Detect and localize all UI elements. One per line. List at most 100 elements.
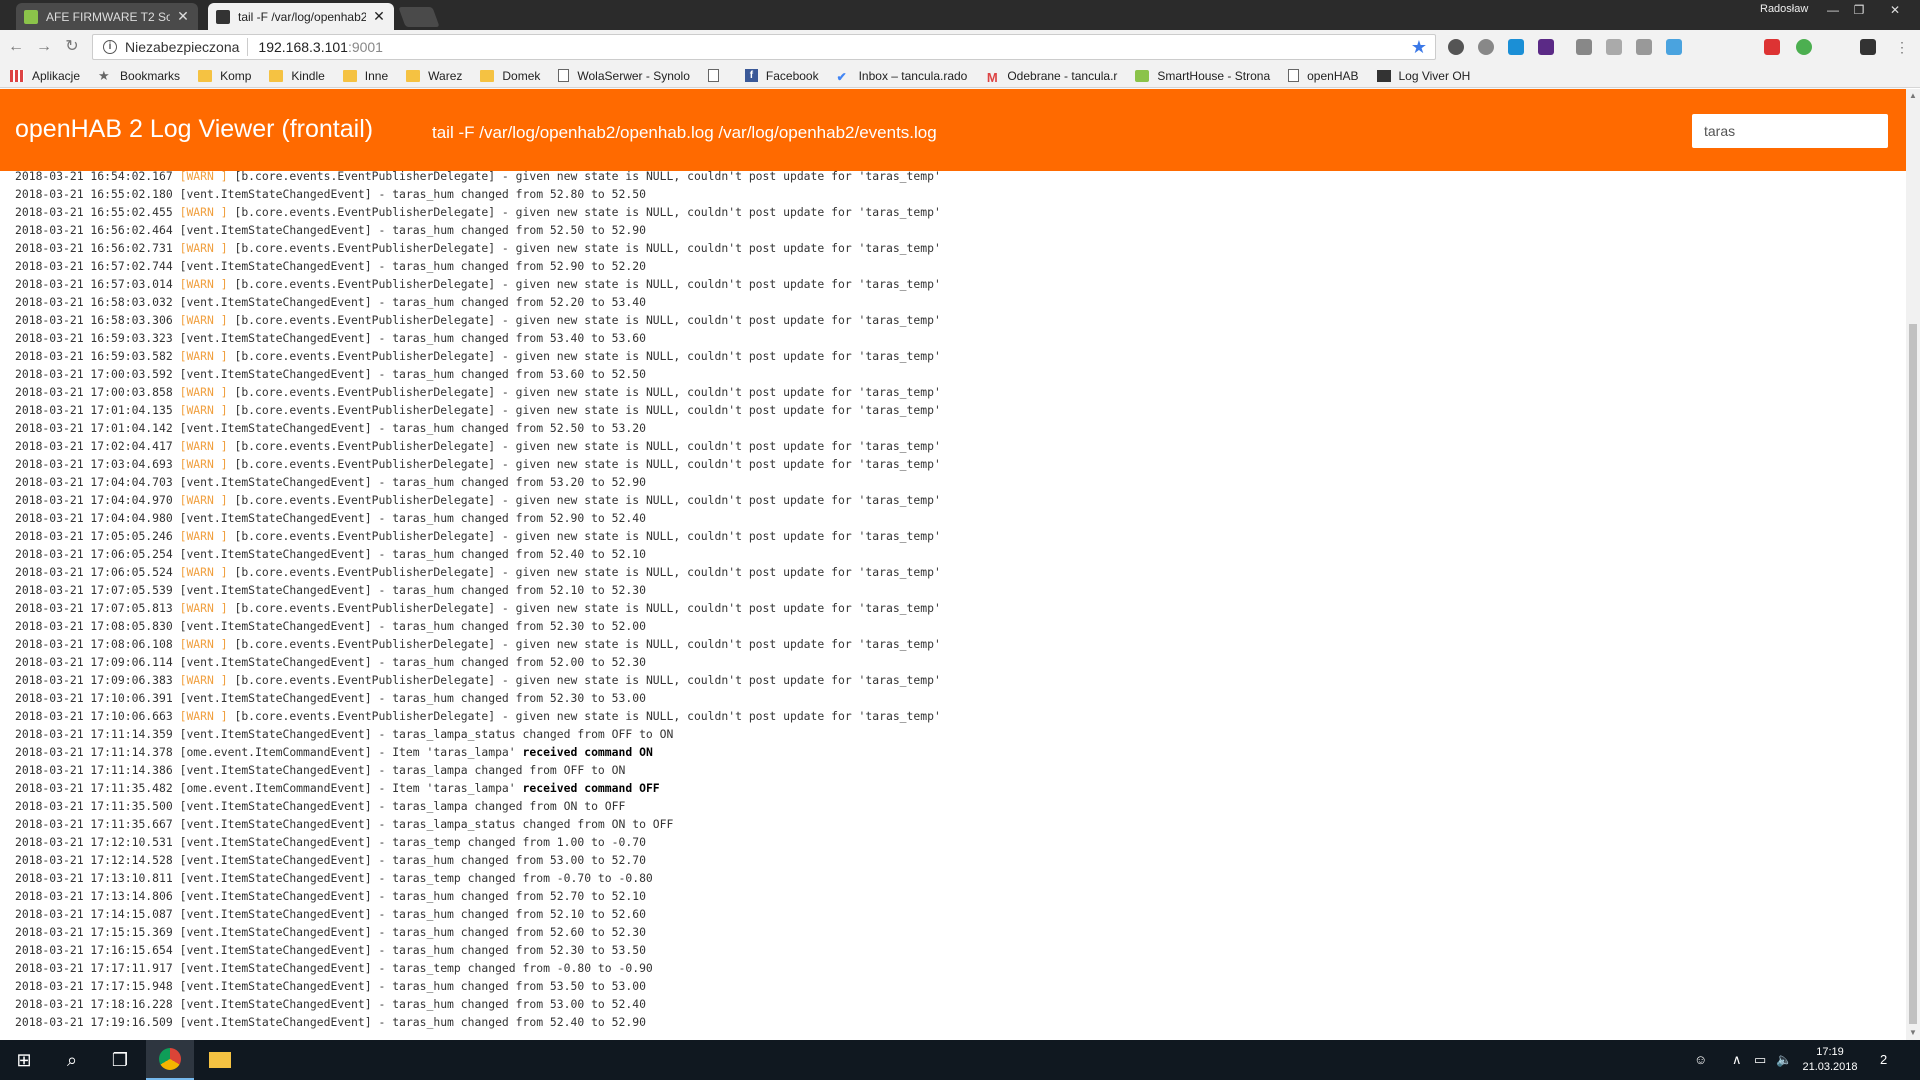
search-button[interactable]: ⌕: [48, 1040, 96, 1080]
network-icon[interactable]: ▭: [1754, 1052, 1766, 1068]
bookmark-folder-inne[interactable]: Inne: [342, 69, 388, 83]
task-view-button[interactable]: ❐: [96, 1040, 144, 1080]
scroll-up-icon[interactable]: ▲: [1906, 89, 1920, 103]
extension-icon[interactable]: [1860, 39, 1876, 55]
log-line: 2018-03-21 16:59:03.323 [vent.ItemStateC…: [15, 329, 941, 347]
skype-icon[interactable]: [1508, 39, 1524, 55]
volume-icon[interactable]: 🔈: [1776, 1052, 1792, 1068]
log-level-warn: [WARN ]: [179, 565, 228, 579]
bookmark-log-viver[interactable]: Log Viver OH: [1376, 69, 1470, 83]
close-icon[interactable]: ✕: [372, 8, 386, 25]
bookmark-label: Inbox – tancula.rado: [858, 68, 968, 83]
extension-icon[interactable]: [1666, 39, 1682, 55]
back-icon[interactable]: ←: [6, 37, 26, 57]
w-extension-icon[interactable]: [1538, 39, 1554, 55]
bookmark-folder-domek[interactable]: Domek: [480, 69, 540, 83]
log-line: 2018-03-21 17:01:04.135 [WARN ] [b.core.…: [15, 401, 941, 419]
close-window-icon[interactable]: ✕: [1884, 2, 1906, 18]
bookmark-star-icon[interactable]: ★: [1411, 37, 1427, 58]
log-source: [b.core.events.EventPublisherDelegate]: [234, 565, 496, 579]
chevron-up-icon[interactable]: ∧: [1732, 1052, 1742, 1068]
log-source: [vent.ItemStateChangedEvent]: [179, 547, 372, 561]
restore-icon[interactable]: ❐: [1848, 2, 1870, 18]
log-source: [vent.ItemStateChangedEvent]: [179, 799, 372, 813]
bookmark-folder-komp[interactable]: Komp: [198, 69, 251, 83]
scrollbar-thumb[interactable]: [1909, 324, 1917, 1024]
tab-tail-log[interactable]: tail -F /var/log/openhab2 ✕: [208, 3, 394, 30]
log-output[interactable]: 2018-03-21 16:54:02.167 [WARN ] [b.core.…: [0, 171, 1906, 1040]
tab-afe-firmware[interactable]: AFE FIRMWARE T2 Sonoff ✕: [16, 3, 198, 30]
bookmark-inbox[interactable]: ✔ Inbox – tancula.rado: [837, 68, 968, 84]
log-line: 2018-03-21 17:09:06.383 [WARN ] [b.core.…: [15, 671, 941, 689]
log-message: - taras_hum changed from 53.40 to 53.60: [371, 331, 646, 345]
address-bar[interactable]: i Niezabezpieczona 192.168.3.101 :9001 ★: [92, 34, 1436, 60]
ublock-icon[interactable]: [1478, 39, 1494, 55]
log-timestamp: 2018-03-21 17:08:05.830: [15, 619, 173, 633]
bookmark-facebook[interactable]: f Facebook: [744, 68, 819, 83]
info-icon[interactable]: i: [103, 40, 117, 54]
bookmark-apps[interactable]: Aplikacje: [10, 69, 80, 83]
taskbar-chrome[interactable]: [146, 1040, 194, 1080]
log-level-warn: [WARN ]: [179, 529, 228, 543]
people-icon[interactable]: ☺: [1694, 1052, 1707, 1067]
notifications-icon[interactable]: 2: [1880, 1052, 1887, 1067]
log-line: 2018-03-21 17:11:35.482 [ome.event.ItemC…: [15, 779, 941, 797]
openhab-icon: [216, 9, 230, 24]
scroll-down-icon[interactable]: ▼: [1906, 1026, 1920, 1040]
log-timestamp: 2018-03-21 17:15:15.369: [15, 925, 173, 939]
log-message: - given new state is NULL, couldn't post…: [495, 457, 941, 471]
log-timestamp: 2018-03-21 16:56:02.464: [15, 223, 173, 237]
log-source: [b.core.events.EventPublisherDelegate]: [234, 439, 496, 453]
close-icon[interactable]: ✕: [176, 8, 190, 25]
log-level-warn: [WARN ]: [179, 637, 228, 651]
log-timestamp: 2018-03-21 17:11:35.667: [15, 817, 173, 831]
log-message: - taras_lampa changed from ON to OFF: [371, 799, 626, 813]
bookmark-openhab[interactable]: openHAB: [1288, 69, 1359, 83]
bookmark-label: Facebook: [765, 68, 819, 83]
log-line: 2018-03-21 16:55:02.455 [WARN ] [b.core.…: [15, 203, 941, 221]
extension-icon[interactable]: [1636, 39, 1652, 55]
scrollbar[interactable]: ▲ ▼: [1906, 89, 1920, 1040]
profile-name[interactable]: Radosław: [1760, 3, 1808, 15]
filter-input[interactable]: [1692, 114, 1888, 148]
bookmark-label: Kindle: [291, 68, 325, 83]
new-tab-button[interactable]: [398, 7, 440, 27]
clock[interactable]: 17:19 21.03.2018: [1800, 1045, 1860, 1075]
log-timestamp: 2018-03-21 17:00:03.592: [15, 367, 173, 381]
log-message: - taras_hum changed from 53.50 to 53.00: [371, 979, 646, 993]
log-level-warn: [WARN ]: [179, 457, 228, 471]
bookmark-wolaserwer[interactable]: WolaSerwer - Synolo: [558, 69, 690, 83]
extension-icon[interactable]: [1448, 39, 1464, 55]
log-line: 2018-03-21 17:00:03.592 [vent.ItemStateC…: [15, 365, 941, 383]
log-message: - taras_hum changed from 52.80 to 52.50: [371, 187, 646, 201]
log-source: [vent.ItemStateChangedEvent]: [179, 619, 372, 633]
log-line: 2018-03-21 16:56:02.731 [WARN ] [b.core.…: [15, 239, 941, 257]
bookmark-label: Bookmarks: [120, 68, 181, 83]
log-source: [vent.ItemStateChangedEvent]: [179, 979, 372, 993]
bookmark-smarthouse[interactable]: SmartHouse - Strona: [1135, 69, 1270, 83]
extension-icon[interactable]: [1606, 39, 1622, 55]
divider: [247, 38, 249, 56]
ff-extension-icon[interactable]: [1764, 39, 1780, 55]
log-timestamp: 2018-03-21 17:01:04.142: [15, 421, 173, 435]
log-timestamp: 2018-03-21 17:12:10.531: [15, 835, 173, 849]
extension-icon[interactable]: [1576, 39, 1592, 55]
log-timestamp: 2018-03-21 17:00:03.858: [15, 385, 173, 399]
house-icon: [24, 9, 38, 24]
forward-icon[interactable]: →: [34, 37, 54, 57]
bookmark-gmail[interactable]: M Odebrane - tancula.r: [985, 69, 1117, 85]
extension-icon[interactable]: [1796, 39, 1812, 55]
reload-icon[interactable]: ↻: [62, 37, 82, 57]
log-timestamp: 2018-03-21 17:02:04.417: [15, 439, 173, 453]
start-button[interactable]: ⊞: [0, 1040, 48, 1080]
minimize-icon[interactable]: —: [1822, 2, 1844, 18]
bookmark-untitled[interactable]: [707, 69, 727, 82]
bookmark-folder-kindle[interactable]: Kindle: [269, 68, 325, 83]
bookmark-bookmarks[interactable]: ★ Bookmarks: [98, 69, 180, 83]
star-icon: ★: [98, 67, 110, 83]
taskbar-explorer[interactable]: [196, 1040, 244, 1080]
log-source: [b.core.events.EventPublisherDelegate]: [234, 277, 496, 291]
menu-icon[interactable]: ⋮: [1892, 37, 1912, 57]
log-source: [vent.ItemStateChangedEvent]: [179, 925, 372, 939]
bookmark-folder-warez[interactable]: Warez: [406, 69, 462, 83]
